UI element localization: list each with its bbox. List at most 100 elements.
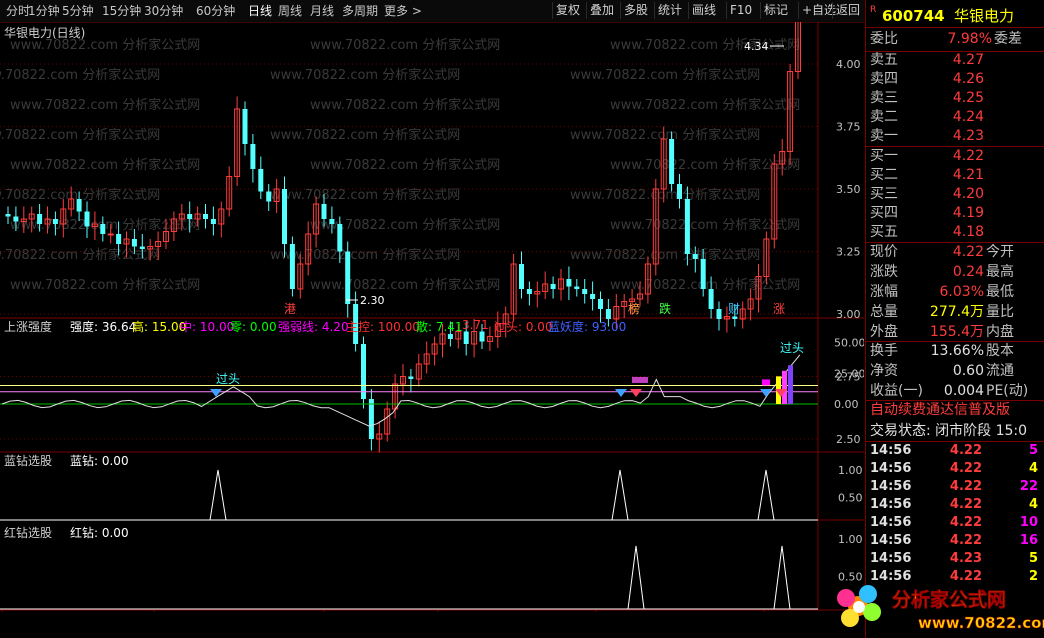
bid-label: 买三 bbox=[870, 186, 898, 202]
bid-price: 4.20 bbox=[952, 186, 984, 202]
weicha-label: 委差 bbox=[994, 31, 1022, 47]
tick-time: 14:56 bbox=[870, 533, 912, 548]
candle-body-down bbox=[732, 316, 738, 319]
watermark-text: www.70822.com 分析家公式网 bbox=[310, 157, 500, 173]
watermark-text: www.70822.com 分析家公式网 bbox=[10, 157, 200, 173]
quote-row: 买一 4.22 bbox=[866, 147, 1044, 166]
period-tab[interactable]: 月线 bbox=[310, 3, 334, 19]
quote-row: 交易状态: 闭市阶段 15:0 bbox=[866, 422, 1044, 441]
quote-row: 涨幅 6.03% 最低 bbox=[866, 283, 1044, 302]
tick-price: 4.22 bbox=[949, 479, 982, 494]
tick-volume: 5 bbox=[1028, 551, 1038, 566]
indicator3-name: 红钻选股 bbox=[4, 526, 53, 540]
stat-value: 155.4万 bbox=[929, 324, 984, 340]
tick-volume: 4 bbox=[1028, 461, 1038, 476]
quote-row: 总量 277.4万 量比 bbox=[866, 303, 1044, 322]
event-marker: 跌 bbox=[659, 301, 671, 316]
tick-volume: 10 bbox=[1019, 515, 1038, 530]
watermark-text: www.70822.com 分析家公式网 bbox=[0, 67, 160, 83]
tick-volume: 5 bbox=[1028, 443, 1038, 458]
candle-body-down bbox=[84, 211, 90, 227]
candle-body-down bbox=[716, 309, 722, 319]
candle-body-down bbox=[289, 244, 295, 289]
strength-bar bbox=[762, 379, 770, 386]
candle-body-down bbox=[361, 344, 366, 399]
indicator1-value: 蓝妖度: 93.00 bbox=[548, 320, 627, 334]
candle-body-down bbox=[13, 216, 19, 222]
toolbar-button[interactable]: 多股 bbox=[620, 2, 651, 19]
quote-row: 14:56 4.22 16 bbox=[866, 532, 1044, 550]
candle-body-down bbox=[250, 144, 256, 169]
period-tab[interactable]: 5分钟 bbox=[62, 3, 94, 19]
quote-row: 14:56 4.22 4 bbox=[866, 460, 1044, 478]
ask-label: 卖一 bbox=[870, 128, 898, 144]
candle-body-down bbox=[242, 109, 248, 144]
watermark-text: www.70822.com 分析家公式网 bbox=[270, 67, 460, 83]
period-tab[interactable]: 更多 > bbox=[384, 3, 422, 19]
period-tab[interactable]: 30分钟 bbox=[144, 3, 183, 19]
candle-body-down bbox=[282, 189, 287, 244]
toolbar-button[interactable]: F10 bbox=[726, 2, 755, 19]
quote-row: 换手 13.66% 股本 bbox=[866, 342, 1044, 361]
kline-chart-area[interactable]: www.70822.com 分析家公式网 www.70822.com 分析家公式网… bbox=[0, 22, 864, 612]
price-tick-label: 3.75 bbox=[836, 121, 861, 134]
ask-label: 卖三 bbox=[870, 90, 898, 106]
stat-label-right: 股本 bbox=[986, 343, 1014, 359]
stat-label: 外盘 bbox=[870, 324, 898, 340]
quote-row: 买二 4.21 bbox=[866, 166, 1044, 185]
watermark-text: www.70822.com 分析家公式网 bbox=[270, 127, 460, 143]
ask-price: 4.27 bbox=[952, 52, 984, 68]
tick-time: 14:56 bbox=[870, 461, 912, 476]
overhead-tag: 过头 bbox=[216, 372, 240, 386]
diamond-icon bbox=[615, 389, 627, 397]
period-tab[interactable]: 15分钟 bbox=[102, 3, 141, 19]
stat-value: 0.60 bbox=[952, 363, 984, 379]
promo-banner: 自动续费通达信普及版 bbox=[870, 402, 1010, 418]
bid-label: 买四 bbox=[870, 205, 898, 221]
watermark-text: www.70822.com 分析家公式网 bbox=[570, 67, 760, 83]
period-tab[interactable]: 日线 bbox=[248, 3, 272, 19]
event-marker: 港 bbox=[284, 302, 296, 316]
watermark-text: www.70822.com 分析家公式网 bbox=[10, 97, 200, 113]
candle-body-down bbox=[684, 199, 690, 254]
period-tab[interactable]: 60分钟 bbox=[196, 3, 235, 19]
tick-volume: 22 bbox=[1019, 479, 1038, 494]
blue-diamond-spike bbox=[757, 469, 775, 521]
quote-row: 卖五 4.27 bbox=[866, 51, 1044, 70]
watermark-text: www.70822.com 分析家公式网 bbox=[310, 97, 500, 113]
blue-diamond-spike bbox=[209, 469, 227, 521]
period-tab[interactable]: 多周期 bbox=[342, 3, 378, 19]
period-tab[interactable]: 周线 bbox=[278, 3, 302, 19]
toolbar-button[interactable]: 复权 bbox=[552, 2, 583, 19]
indicator1-value: 中: 10.00 bbox=[180, 320, 235, 334]
stat-label: 总量 bbox=[870, 304, 898, 320]
bid-price: 4.22 bbox=[952, 148, 984, 164]
ask-label: 卖五 bbox=[870, 52, 898, 68]
toolbar-button[interactable]: 返回 bbox=[832, 2, 863, 19]
toolbar-button[interactable]: 叠加 bbox=[586, 2, 617, 19]
watermark-text: www.70822.com 分析家公式网 bbox=[610, 37, 800, 53]
indicator2-value: 蓝钻: 0.00 bbox=[70, 454, 129, 468]
indicator1-value: 3.71 bbox=[462, 318, 489, 332]
toolbar-button[interactable]: 统计 bbox=[654, 2, 685, 19]
weibi-label: 委比 bbox=[870, 31, 898, 47]
toolbar-button[interactable]: 标记 bbox=[760, 2, 791, 19]
period-tab[interactable]: 1分钟 bbox=[28, 3, 60, 19]
stat-label-right: 最低 bbox=[986, 284, 1014, 300]
ask-price: 4.23 bbox=[952, 128, 984, 144]
quote-row: 卖三 4.25 bbox=[866, 89, 1044, 108]
quote-row: 卖一 4.23 bbox=[866, 127, 1044, 146]
indicator1-value: 过头: 0.00 bbox=[494, 320, 553, 334]
stock-name: 华银电力 bbox=[954, 7, 1015, 25]
indicator2-tick-label: 1.00 bbox=[838, 464, 863, 477]
ask-label: 卖四 bbox=[870, 71, 898, 87]
tick-time: 14:56 bbox=[870, 551, 912, 566]
bid-label: 买五 bbox=[870, 224, 898, 240]
indicator1-tick-label: 50.00 bbox=[834, 337, 864, 350]
candle-body-down bbox=[463, 331, 469, 344]
period-tab[interactable]: 分时 bbox=[6, 3, 30, 19]
toolbar-button[interactable]: 画线 bbox=[688, 2, 719, 19]
tick-price: 4.22 bbox=[949, 497, 982, 512]
red-diamond-spike bbox=[627, 545, 645, 610]
candle-body-down bbox=[210, 219, 216, 224]
